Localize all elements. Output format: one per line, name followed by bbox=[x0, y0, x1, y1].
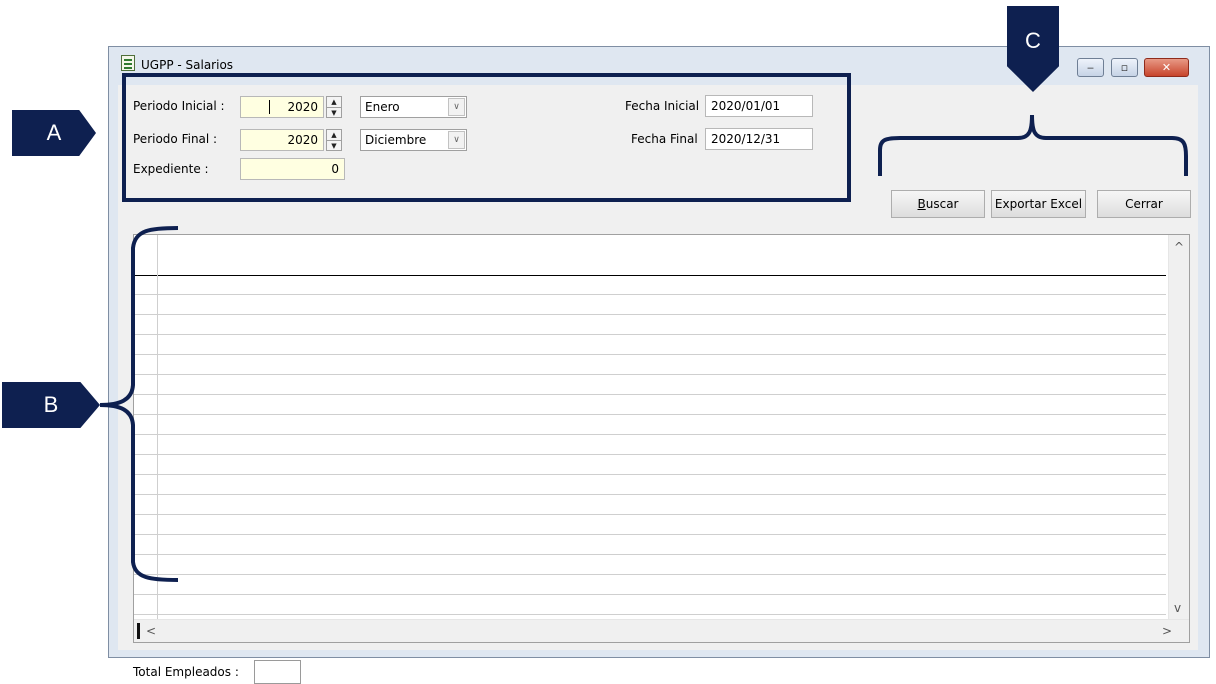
total-empleados-label: Total Empleados : bbox=[133, 665, 239, 679]
annotation-b-label: B bbox=[2, 382, 100, 428]
annotation-b-brace bbox=[99, 114, 1188, 582]
total-empleados-field bbox=[254, 660, 301, 684]
